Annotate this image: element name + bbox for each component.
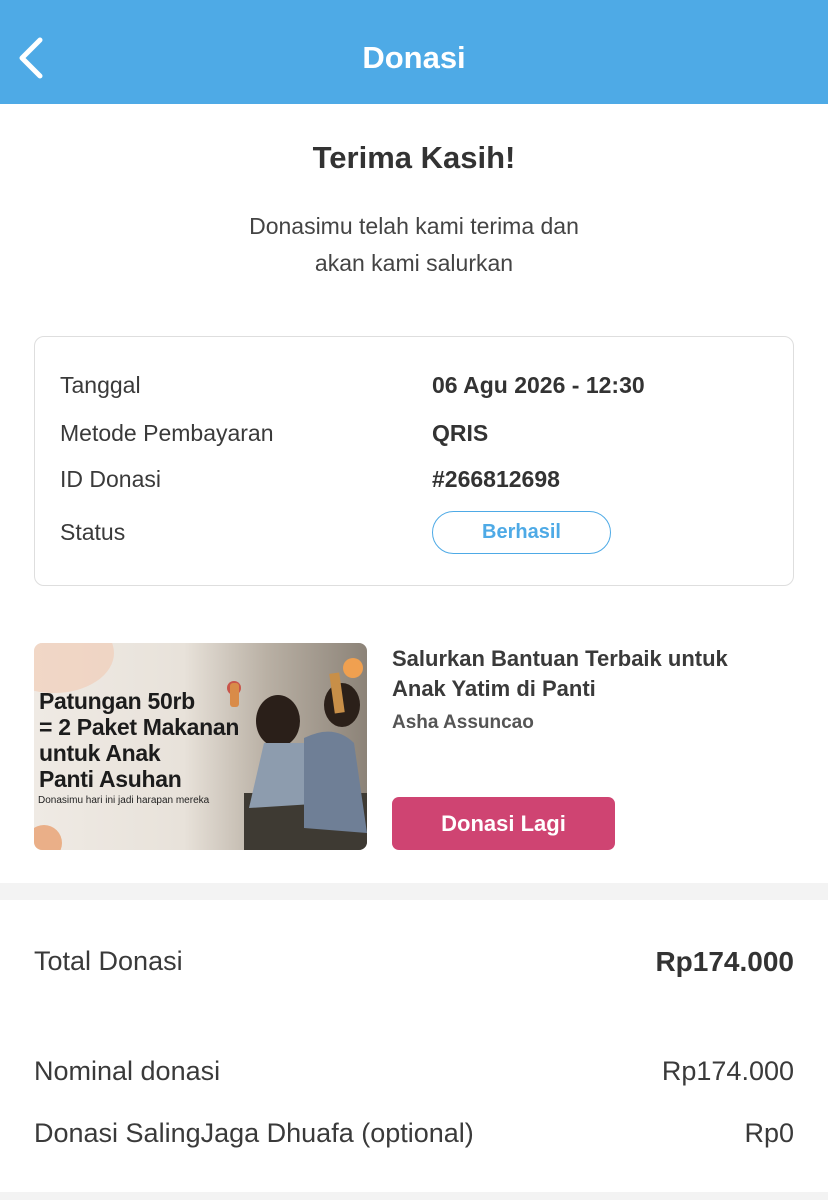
salingjaga-donation-label: Donasi SalingJaga Dhuafa (optional) xyxy=(34,1118,474,1148)
headline-line: Patungan 50rb xyxy=(39,688,195,714)
detail-row-payment-method: Metode Pembayaran QRIS xyxy=(35,413,795,453)
brand-logo-icon xyxy=(343,658,363,678)
detail-value: QRIS xyxy=(432,420,489,446)
status-badge: Berhasil xyxy=(432,511,611,554)
app-header: Donasi xyxy=(0,0,828,104)
total-donation-label: Total Donasi xyxy=(34,946,183,976)
headline-line: Panti Asuhan xyxy=(39,766,182,792)
campaign-title[interactable]: Salurkan Bantuan Terbaik untuk Anak Yati… xyxy=(392,644,812,704)
campaign-image-subtext: Donasimu hari ini jadi harapan mereka xyxy=(38,795,210,806)
campaign-author: Asha Assuncao xyxy=(392,712,534,733)
campaign-title-line: Anak Yatim di Panti xyxy=(392,676,596,701)
total-donation-value: Rp174.000 xyxy=(655,946,794,977)
detail-value: 06 Agu 2026 - 12:30 xyxy=(432,372,645,398)
detail-label: ID Donasi xyxy=(60,466,161,492)
thanks-message: Donasimu telah kami terima dan akan kami… xyxy=(0,208,828,282)
thanks-message-line: akan kami salurkan xyxy=(314,250,514,276)
thanks-message-line: Donasimu telah kami terima dan xyxy=(249,213,579,239)
nominal-donation-value: Rp174.000 xyxy=(661,1056,794,1086)
detail-row-date: Tanggal 06 Agu 2026 - 12:30 xyxy=(35,365,795,405)
headline-line: = 2 Paket Makanan xyxy=(39,714,240,740)
thanks-heading: Terima Kasih! xyxy=(312,140,516,175)
bottom-divider xyxy=(0,1192,828,1200)
campaign-image-headline: Patungan 50rb = 2 Paket Makanan untuk An… xyxy=(39,688,269,792)
section-divider xyxy=(0,883,828,900)
detail-label: Status xyxy=(60,519,126,545)
detail-label: Tanggal xyxy=(60,372,141,398)
campaign-image[interactable]: Patungan 50rb = 2 Paket Makanan untuk An… xyxy=(34,643,367,850)
campaign-title-line: Salurkan Bantuan Terbaik untuk xyxy=(392,646,728,671)
detail-value: #266812698 xyxy=(432,466,560,492)
detail-row-donation-id: ID Donasi #266812698 xyxy=(35,459,795,499)
donation-details-card: Tanggal 06 Agu 2026 - 12:30 Metode Pemba… xyxy=(34,336,794,586)
nominal-donation-label: Nominal donasi xyxy=(34,1056,221,1086)
donate-again-button[interactable]: Donasi Lagi xyxy=(392,797,615,850)
headline-line: untuk Anak xyxy=(39,740,161,766)
detail-row-status: Status xyxy=(35,512,795,552)
page-title: Donasi xyxy=(362,40,466,75)
detail-label: Metode Pembayaran xyxy=(60,420,274,446)
salingjaga-donation-value: Rp0 xyxy=(744,1118,794,1148)
